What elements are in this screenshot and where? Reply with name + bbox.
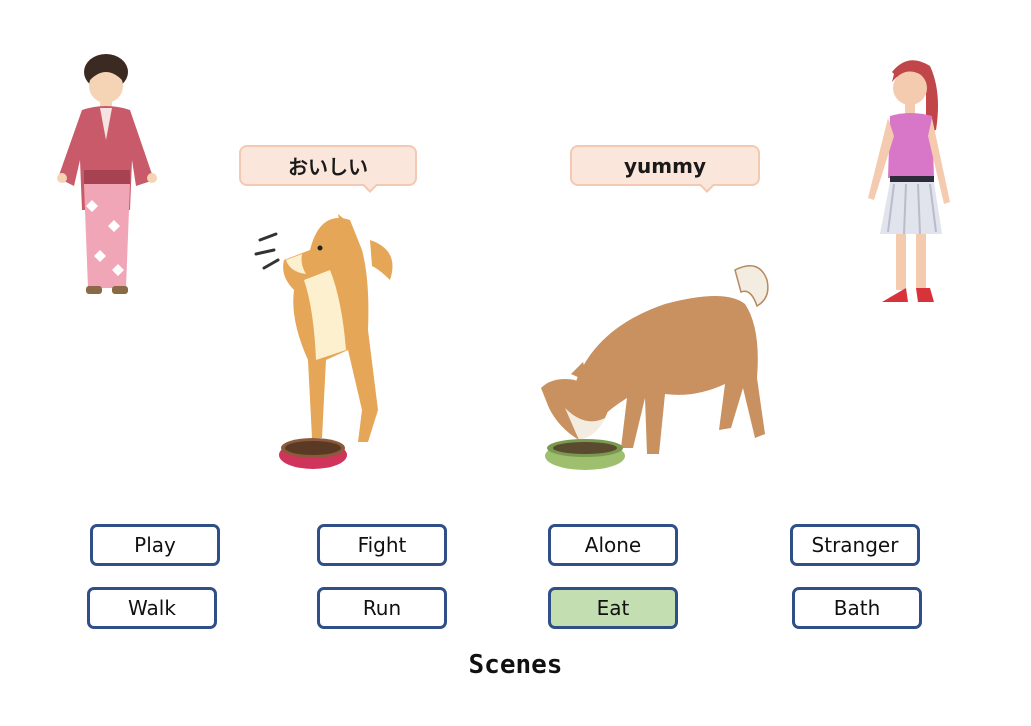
- choice-button-walk[interactable]: Walk: [87, 587, 217, 629]
- choice-label: Eat: [596, 596, 630, 620]
- shiba-dog-looking-up-icon: [254, 214, 393, 469]
- speech-bubble-right-text: yummy: [624, 153, 706, 178]
- choice-button-alone[interactable]: Alone: [548, 524, 678, 566]
- choice-button-play[interactable]: Play: [90, 524, 220, 566]
- scenes-title: Scenes: [468, 650, 563, 680]
- speech-bubble-right: yummy: [570, 145, 760, 193]
- choice-label: Alone: [584, 533, 642, 557]
- choice-button-eat[interactable]: Eat: [548, 587, 678, 629]
- choice-label: Stranger: [811, 533, 899, 557]
- speech-bubble-left-tail-inner: [363, 183, 377, 190]
- choice-label: Bath: [833, 596, 881, 620]
- choice-label: Fight: [357, 533, 407, 557]
- speech-bubble-left: おいしい: [239, 145, 417, 193]
- choice-label: Play: [134, 533, 176, 557]
- choice-button-fight[interactable]: Fight: [317, 524, 447, 566]
- choice-button-bath[interactable]: Bath: [792, 587, 922, 629]
- shiba-dog-eating-icon: [541, 265, 769, 470]
- choice-button-run[interactable]: Run: [317, 587, 447, 629]
- speech-bubble-right-tail-inner: [700, 183, 714, 190]
- choice-label: Walk: [128, 596, 176, 620]
- girl-icon: [868, 60, 950, 302]
- choice-button-stranger[interactable]: Stranger: [790, 524, 920, 566]
- kimono-woman-icon: [57, 54, 157, 294]
- speech-bubble-left-text: おいしい: [288, 155, 368, 179]
- choice-label: Run: [362, 596, 402, 620]
